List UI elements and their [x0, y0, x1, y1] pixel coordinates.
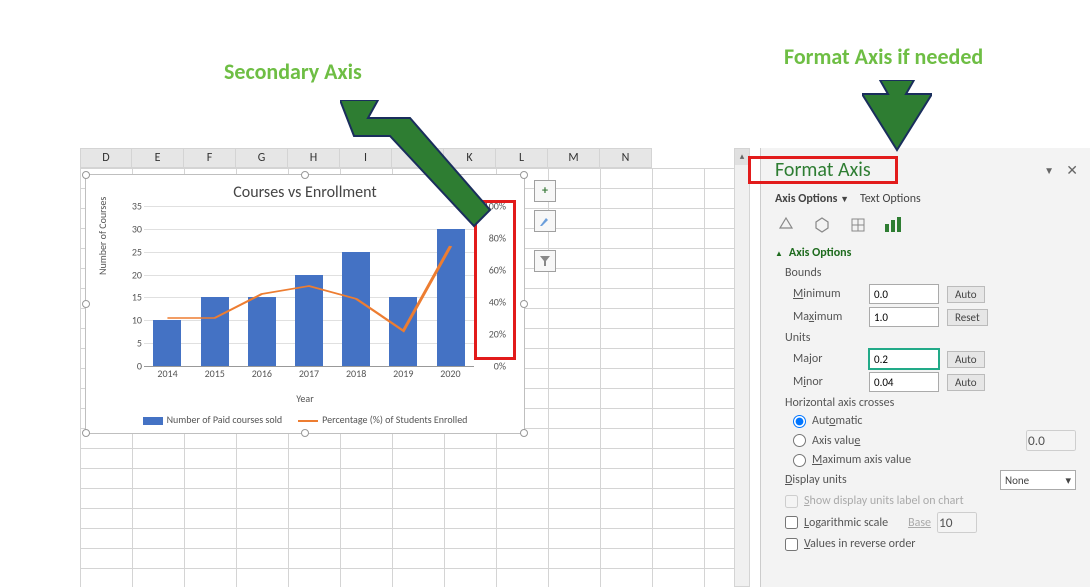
- col-header[interactable]: D: [80, 148, 132, 168]
- pane-options-dropdown[interactable]: ▼: [1044, 164, 1054, 177]
- resize-handle[interactable]: [301, 171, 309, 179]
- legend-swatch-line: [298, 420, 318, 422]
- min-label: Minimum: [793, 287, 861, 301]
- min-input[interactable]: [869, 284, 939, 304]
- format-axis-pane: Format Axis ▼ ✕ Axis Options ▼ Text Opti…: [760, 148, 1090, 587]
- axis-value-input: [1026, 430, 1076, 451]
- highlight-format-axis-title: [748, 156, 898, 184]
- arrow-secondary-axis: [340, 100, 500, 230]
- resize-handle[interactable]: [520, 429, 528, 437]
- tab-text-options[interactable]: Text Options: [860, 192, 921, 206]
- col-header[interactable]: M: [548, 148, 600, 168]
- scroll-up-button[interactable]: ▴: [735, 149, 749, 165]
- col-header[interactable]: F: [184, 148, 236, 168]
- reverse-order-checkbox[interactable]: [785, 538, 798, 551]
- size-properties-icon[interactable]: [847, 214, 869, 236]
- chart-styles-button[interactable]: [534, 210, 556, 232]
- legend-swatch-bar: [143, 417, 163, 425]
- major-auto-button[interactable]: Auto: [947, 351, 985, 368]
- tab-axis-options[interactable]: Axis Options ▼: [775, 192, 849, 206]
- annotation-format-axis: Format Axis if needed: [784, 43, 983, 70]
- plus-icon: +: [542, 184, 548, 198]
- line-series[interactable]: [144, 206, 474, 366]
- max-label: Maximum: [793, 310, 861, 324]
- col-header[interactable]: L: [496, 148, 548, 168]
- brush-icon: [538, 214, 552, 228]
- max-reset-button[interactable]: Reset: [947, 309, 988, 326]
- section-axis-options[interactable]: Axis Options: [775, 246, 1076, 260]
- pane-tabs: Axis Options ▼ Text Options: [775, 192, 1076, 206]
- primary-y-axis[interactable]: 35 30 25 20 15 10 5 0: [122, 206, 142, 366]
- log-scale-checkbox[interactable]: [785, 516, 798, 529]
- plot-area[interactable]: 2014201520162017201820192020: [144, 206, 474, 366]
- major-input[interactable]: [869, 349, 939, 369]
- x-axis-label[interactable]: Year: [86, 392, 524, 405]
- log-base-input: [937, 512, 977, 533]
- x-axis[interactable]: 2014201520162017201820192020: [144, 367, 474, 380]
- units-label: Units: [785, 331, 1076, 345]
- col-header[interactable]: H: [288, 148, 340, 168]
- max-input[interactable]: [869, 307, 939, 327]
- display-units-select[interactable]: None▾: [1000, 470, 1076, 490]
- resize-handle[interactable]: [301, 429, 309, 437]
- chart-elements-button[interactable]: +: [534, 180, 556, 202]
- show-units-label-checkbox: [785, 495, 798, 508]
- minor-auto-button[interactable]: Auto: [947, 374, 985, 391]
- col-header[interactable]: G: [236, 148, 288, 168]
- funnel-icon: [539, 255, 551, 267]
- legend[interactable]: Number of Paid courses sold Percentage (…: [86, 413, 524, 426]
- bounds-label: Bounds: [785, 266, 1076, 280]
- major-label: Major: [793, 352, 861, 366]
- close-icon[interactable]: ✕: [1066, 162, 1078, 179]
- minor-label: Minor: [793, 375, 861, 389]
- resize-handle[interactable]: [82, 429, 90, 437]
- axis-options-icon[interactable]: [883, 214, 905, 236]
- resize-handle[interactable]: [520, 171, 528, 179]
- pane-category-icons: [775, 214, 1076, 236]
- effects-icon[interactable]: [811, 214, 833, 236]
- min-auto-button[interactable]: Auto: [947, 286, 985, 303]
- chart-filter-button[interactable]: [534, 250, 556, 272]
- radio-axis-value[interactable]: [793, 434, 806, 447]
- vertical-scrollbar[interactable]: ▴: [734, 148, 750, 587]
- radio-max-axis-value[interactable]: [793, 454, 806, 467]
- minor-input[interactable]: [869, 372, 939, 392]
- radio-automatic[interactable]: [793, 415, 806, 428]
- fill-line-icon[interactable]: [775, 214, 797, 236]
- display-units-label: Display units: [785, 473, 875, 487]
- col-header[interactable]: N: [600, 148, 652, 168]
- arrow-format-axis: [862, 80, 932, 156]
- resize-handle[interactable]: [82, 171, 90, 179]
- annotation-secondary-axis: Secondary Axis: [224, 58, 362, 85]
- col-header[interactable]: E: [132, 148, 184, 168]
- horizontal-crosses-label: Horizontal axis crosses: [785, 396, 1076, 410]
